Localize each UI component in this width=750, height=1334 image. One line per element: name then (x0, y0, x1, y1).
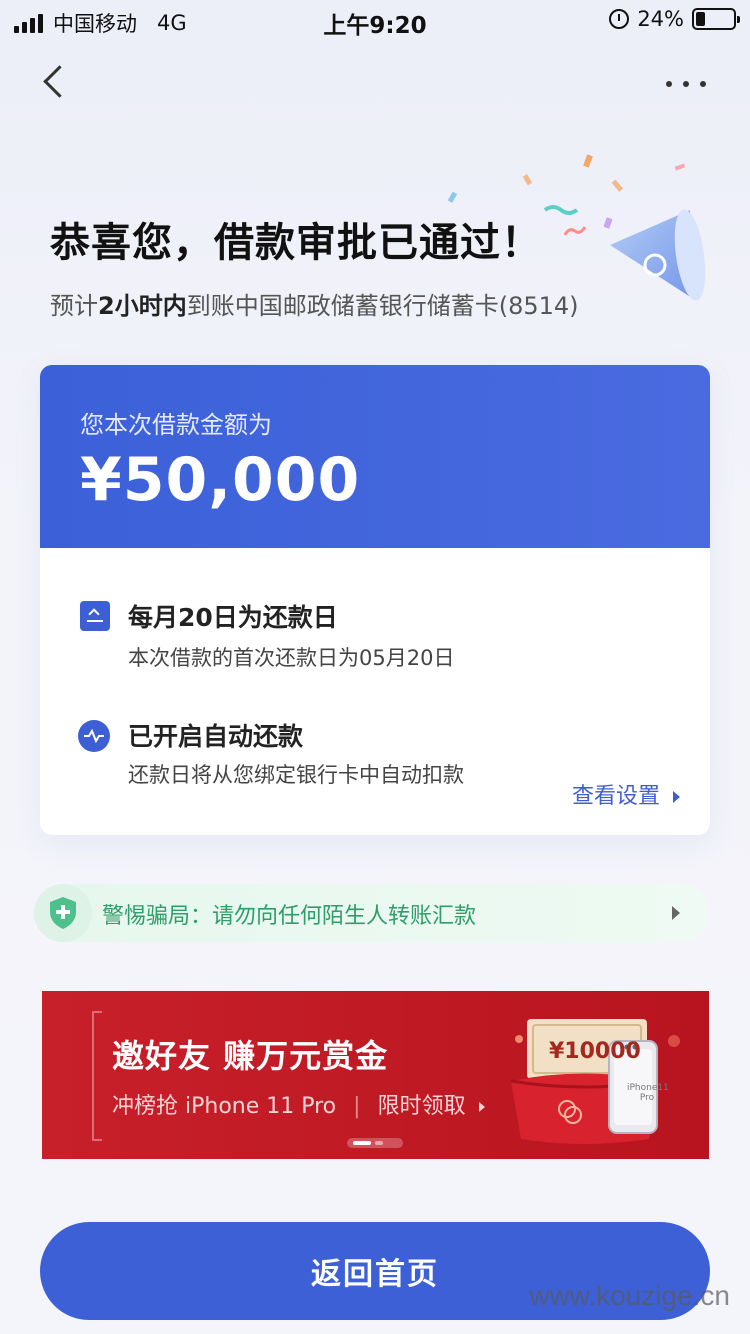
loan-card: 您本次借款金额为 ¥50,000 每月20日为还款日 本次借款的首次还款日为05… (40, 365, 710, 835)
promo-subtitle-left: 冲榜抢 iPhone 11 Pro (112, 1094, 337, 1119)
back-button[interactable] (36, 64, 76, 104)
voucher-amount: ¥10000 (549, 1039, 641, 1064)
success-sub-bold: 2小时内 (98, 292, 187, 320)
gift-voucher-illustration (510, 1019, 680, 1144)
more-dot (700, 81, 706, 87)
carousel-dot-active (353, 1141, 371, 1145)
view-settings-link[interactable]: 查看设置 (572, 778, 680, 810)
chevron-right-icon (672, 906, 680, 920)
success-subtitle: 预计2小时内到账中国邮政储蓄银行储蓄卡(8514) (50, 286, 579, 321)
auto-repay-title: 已开启自动还款 (128, 722, 304, 751)
more-dot (666, 81, 672, 87)
repay-day-title: 每月20日为还款日 (128, 603, 338, 632)
fraud-warning-text: 警惕骗局：请勿向任何陌生人转账汇款 (102, 904, 477, 929)
status-right: 24% (609, 7, 740, 31)
success-title: 恭喜您，借款审批已通过！ (50, 220, 542, 266)
more-dot (683, 81, 689, 87)
promo-title: 邀好友 赚万元赏金 (112, 1037, 389, 1075)
loan-details: 每月20日为还款日 本次借款的首次还款日为05月20日 已开启自动还款 还款日将… (40, 548, 710, 835)
shield-icon (34, 884, 92, 942)
triangle-right-icon (673, 791, 680, 803)
loan-amount-header: 您本次借款金额为 ¥50,000 (40, 365, 710, 548)
battery-percent: 24% (637, 7, 684, 31)
alarm-icon (609, 9, 630, 29)
promo-divider: | (353, 1094, 361, 1119)
promo-subtitle: 冲榜抢 iPhone 11 Pro | 限时领取 (112, 1088, 485, 1120)
calendar-icon (80, 601, 110, 631)
promo-frame-decoration (92, 1011, 102, 1141)
triangle-right-icon (478, 1102, 485, 1112)
site-watermark: www.kouzige.cn (529, 1280, 730, 1311)
success-sub-prefix: 预计 (50, 292, 98, 320)
success-sub-suffix: 到账中国邮政储蓄银行储蓄卡(8514) (186, 292, 579, 320)
battery-icon (692, 8, 740, 30)
view-settings-label: 查看设置 (571, 784, 660, 809)
auto-repay-icon (78, 720, 110, 752)
phone-model-label: iPhone11 Pro (627, 1083, 669, 1103)
carousel-dot (375, 1141, 383, 1145)
promo-subtitle-right: 限时领取 (377, 1094, 466, 1119)
repay-day-desc: 本次借款的首次还款日为05月20日 (128, 646, 455, 670)
auto-repay-desc: 还款日将从您绑定银行卡中自动扣款 (128, 763, 464, 787)
status-bar: 中国移动 4G 上午9:20 24% (0, 0, 750, 44)
amount-label: 您本次借款金额为 (80, 411, 272, 439)
more-button[interactable] (666, 70, 706, 98)
fraud-warning-banner[interactable]: 警惕骗局：请勿向任何陌生人转账汇款 (34, 884, 710, 942)
amount-value: ¥50,000 (80, 445, 361, 515)
carousel-indicator (347, 1138, 403, 1148)
invite-promo-banner[interactable]: 邀好友 赚万元赏金 冲榜抢 iPhone 11 Pro | 限时领取 ¥1000… (42, 991, 709, 1159)
